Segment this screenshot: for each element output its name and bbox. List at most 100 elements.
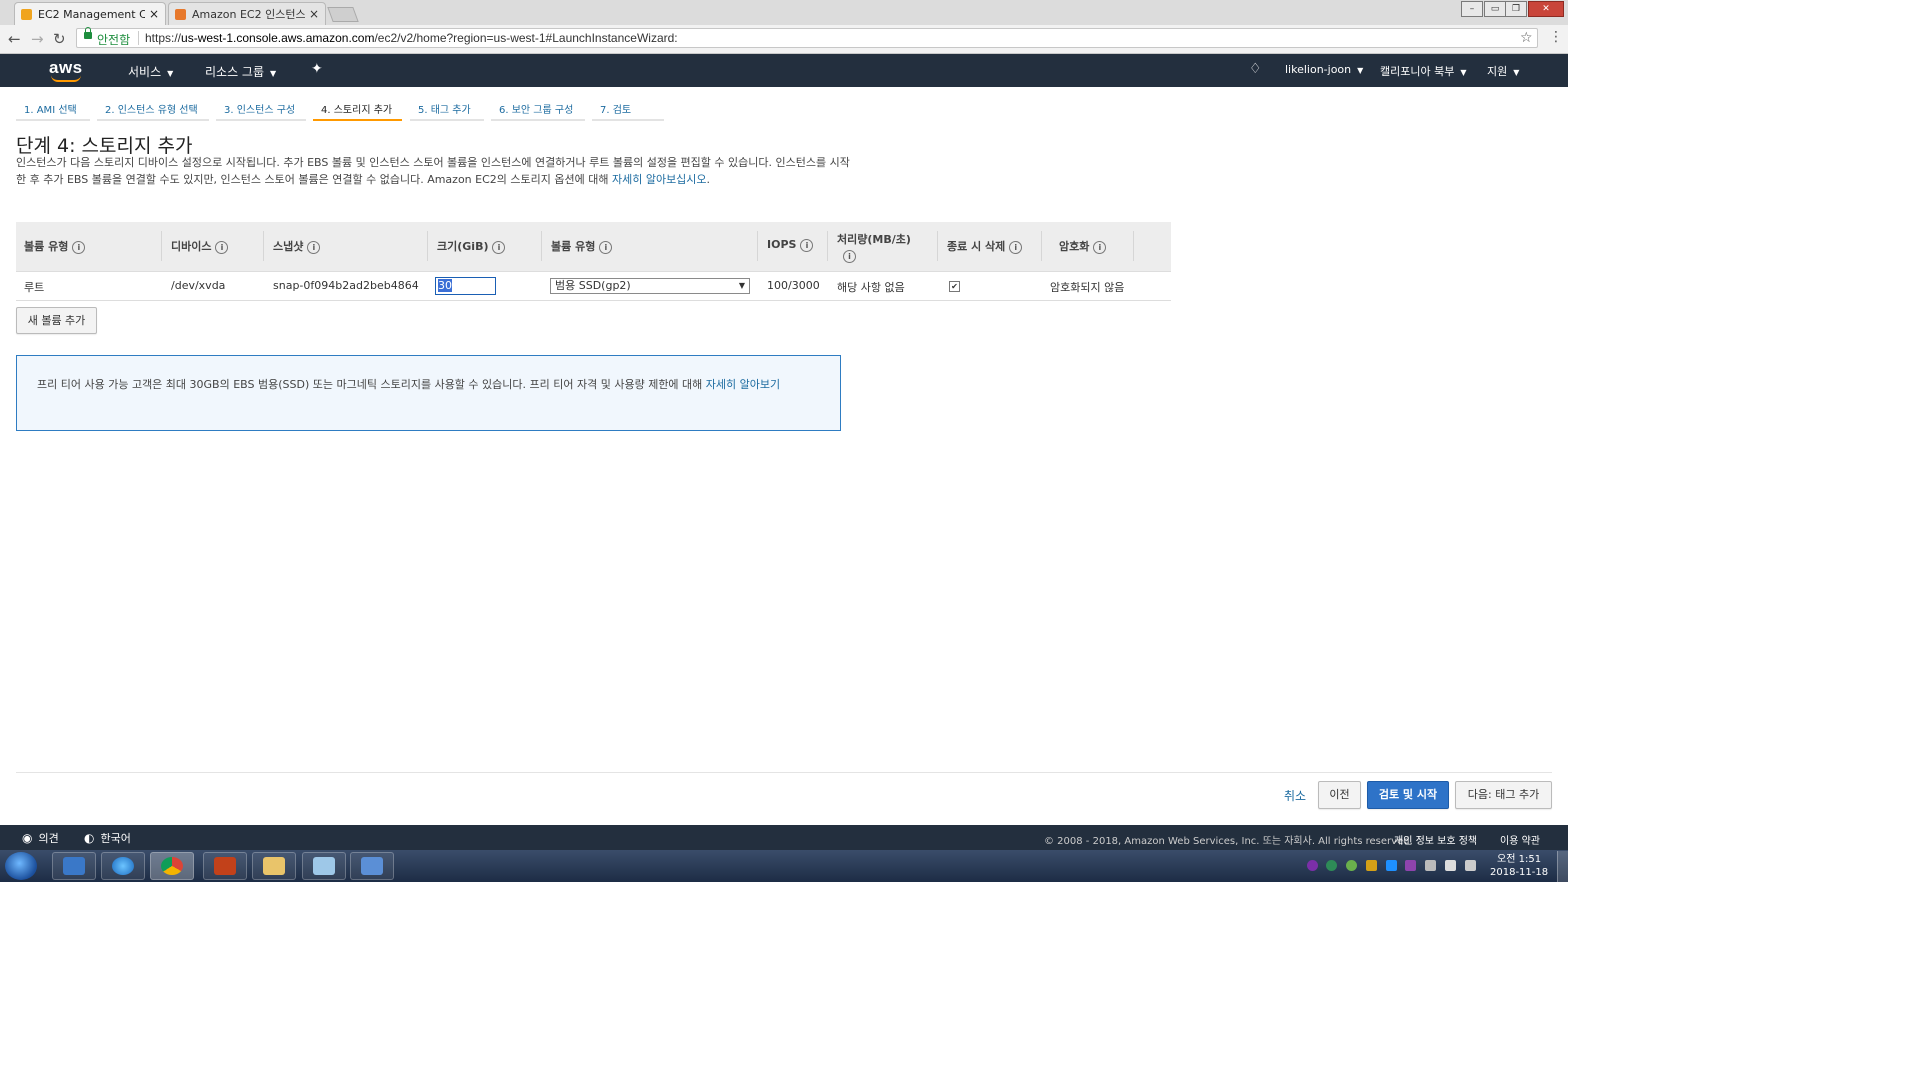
info-icon[interactable]: i xyxy=(307,240,321,254)
url-text[interactable]: https://us-west-1.console.aws.amazon.com… xyxy=(145,31,678,45)
services-menu[interactable]: 서비스 ▼ xyxy=(128,63,173,80)
region-menu[interactable]: 캘리포니아 북부 ▼ xyxy=(1380,63,1467,79)
page-description: 인스턴스가 다음 스토리지 디바이스 설정으로 시작됩니다. 추가 EBS 볼륨… xyxy=(16,154,856,188)
info-icon[interactable]: i xyxy=(72,240,86,254)
resource-groups-menu[interactable]: 리소스 그룹 ▼ xyxy=(205,63,276,80)
new-tab-button[interactable] xyxy=(327,7,359,22)
taskbar-explorer-button[interactable] xyxy=(252,852,296,880)
windows-start-icon[interactable] xyxy=(5,852,37,880)
close-tab-icon[interactable]: × xyxy=(309,7,319,21)
chevron-down-icon: ▼ xyxy=(270,69,277,78)
reload-icon[interactable]: ↻ xyxy=(53,30,66,48)
taskbar-window-button[interactable] xyxy=(350,852,394,880)
tray-volume-icon[interactable] xyxy=(1445,860,1456,871)
info-icon[interactable]: i xyxy=(800,238,814,252)
pin-icon[interactable]: ✦ xyxy=(311,61,323,77)
volume-type-value: 범용 SSD(gp2) xyxy=(555,279,631,292)
col-header-label: 암호화 xyxy=(1059,240,1090,253)
info-icon[interactable]: i xyxy=(843,249,856,263)
tray-media-icon[interactable] xyxy=(1405,860,1416,871)
info-icon[interactable]: i xyxy=(1093,240,1107,254)
close-tab-icon[interactable]: × xyxy=(149,7,159,21)
col-header-snapshot: 스냅샷 i xyxy=(273,238,321,254)
services-label: 서비스 xyxy=(128,65,162,79)
col-header-iops: IOPS i xyxy=(767,238,814,252)
taskbar-pica-button[interactable] xyxy=(203,852,247,880)
language-label: 한국어 xyxy=(100,832,131,845)
wizard-step-instance-type[interactable]: 2. 인스턴스 유형 선택 xyxy=(105,101,198,116)
bookmark-star-icon[interactable]: ☆ xyxy=(1520,30,1533,46)
feedback-label: 의견 xyxy=(38,832,59,845)
tray-flag-icon[interactable] xyxy=(1465,860,1476,871)
wizard-step-underline xyxy=(97,119,209,121)
taskbar-paint-button[interactable] xyxy=(302,852,346,880)
size-input[interactable]: 30 xyxy=(435,277,496,295)
wizard-step-ami[interactable]: 1. AMI 선택 xyxy=(24,101,77,116)
clock-time: 오전 1:51 xyxy=(1497,854,1542,865)
next-add-tags-button[interactable]: 다음: 태그 추가 xyxy=(1455,781,1552,809)
terms-link[interactable]: 이용 약관 xyxy=(1500,832,1540,847)
user-menu[interactable]: likelion-joon ▼ xyxy=(1285,63,1363,76)
tray-network-icon[interactable] xyxy=(1425,860,1436,871)
wizard-step-review[interactable]: 7. 검토 xyxy=(600,101,631,116)
back-arrow-icon[interactable]: ← xyxy=(8,30,21,48)
tray-app-icon[interactable] xyxy=(1386,860,1397,871)
browser-tab-ec2-instances[interactable]: Amazon EC2 인스턴스 유 × xyxy=(168,2,326,25)
taskbar-desktop-button[interactable] xyxy=(52,852,96,880)
previous-button[interactable]: 이전 xyxy=(1318,781,1361,809)
learn-more-link[interactable]: 자세히 알아보십시오 xyxy=(612,173,707,186)
review-and-launch-button[interactable]: 검토 및 시작 xyxy=(1367,781,1449,809)
language-button[interactable]: ◐ 한국어 xyxy=(84,830,131,846)
notice-learn-more-link[interactable]: 자세히 알아보기 xyxy=(706,378,780,391)
chevron-down-icon: ▼ xyxy=(1357,66,1364,75)
info-icon[interactable]: i xyxy=(599,240,613,254)
cancel-link[interactable]: 취소 xyxy=(1284,787,1306,804)
feedback-button[interactable]: ◉ 의견 xyxy=(22,830,59,846)
info-icon[interactable]: i xyxy=(492,240,506,254)
forward-arrow-icon[interactable]: → xyxy=(31,30,44,48)
col-header-label: 스냅샷 xyxy=(273,240,304,253)
restore-window-icon[interactable]: ❐ xyxy=(1505,1,1527,17)
cell-device: /dev/xvda xyxy=(171,279,226,292)
col-header-delete-on-termination: 종료 시 삭제 i xyxy=(947,238,1023,254)
minimize-window-icon[interactable]: – xyxy=(1461,1,1483,17)
taskbar-clock[interactable]: 오전 1:51 2018-11-18 xyxy=(1490,853,1548,879)
monitor-icon xyxy=(63,857,85,875)
taskbar-ie-button[interactable] xyxy=(101,852,145,880)
privacy-policy-link[interactable]: 개인 정보 보호 정책 xyxy=(1394,832,1477,847)
tray-app-icon[interactable] xyxy=(1326,860,1337,871)
chrome-icon xyxy=(161,857,183,875)
tray-app-icon[interactable] xyxy=(1307,860,1318,871)
window-split-icon[interactable]: ▭ xyxy=(1484,1,1506,17)
tab-title: Amazon EC2 인스턴스 유 xyxy=(192,8,305,21)
col-header-volume-type: 볼륨 유형 i xyxy=(551,238,613,254)
col-header-label: 디바이스 xyxy=(171,240,212,253)
browser-tab-ec2[interactable]: EC2 Management Cons × xyxy=(14,2,166,25)
browser-menu-icon[interactable]: ⋮ xyxy=(1549,29,1563,45)
user-name: likelion-joon xyxy=(1285,63,1352,76)
speech-bubble-icon: ◉ xyxy=(22,831,33,845)
info-icon[interactable]: i xyxy=(1009,240,1023,254)
taskbar-chrome-button[interactable] xyxy=(150,852,194,880)
info-icon[interactable]: i xyxy=(215,240,229,254)
wizard-step-tags[interactable]: 5. 태그 추가 xyxy=(418,101,471,116)
column-divider xyxy=(937,231,938,261)
dropdown-arrow-icon: ▼ xyxy=(738,281,745,290)
wizard-step-security-group[interactable]: 6. 보안 그룹 구성 xyxy=(499,101,573,116)
bell-icon[interactable]: ♢ xyxy=(1249,61,1262,77)
support-menu[interactable]: 지원 ▼ xyxy=(1487,63,1519,79)
col-header-encryption: 암호화 i xyxy=(1059,238,1107,254)
volume-type-select[interactable]: 범용 SSD(gp2) ▼ xyxy=(550,278,750,294)
globe-icon: ◐ xyxy=(84,831,95,845)
tray-app-icon[interactable] xyxy=(1346,860,1357,871)
show-desktop-button[interactable] xyxy=(1557,851,1569,882)
add-volume-button[interactable]: 새 볼륨 추가 xyxy=(16,307,97,334)
delete-on-termination-checkbox[interactable]: ✔ xyxy=(949,281,960,292)
col-header-size: 크기(GiB) i xyxy=(437,238,506,254)
wizard-step-underline xyxy=(592,119,664,121)
wizard-step-configure[interactable]: 3. 인스턴스 구성 xyxy=(224,101,295,116)
cell-iops: 100/3000 xyxy=(767,279,820,292)
close-window-icon[interactable]: ✕ xyxy=(1528,1,1564,17)
wizard-step-storage[interactable]: 4. 스토리지 추가 xyxy=(321,101,392,116)
tray-shield-icon[interactable] xyxy=(1366,860,1377,871)
